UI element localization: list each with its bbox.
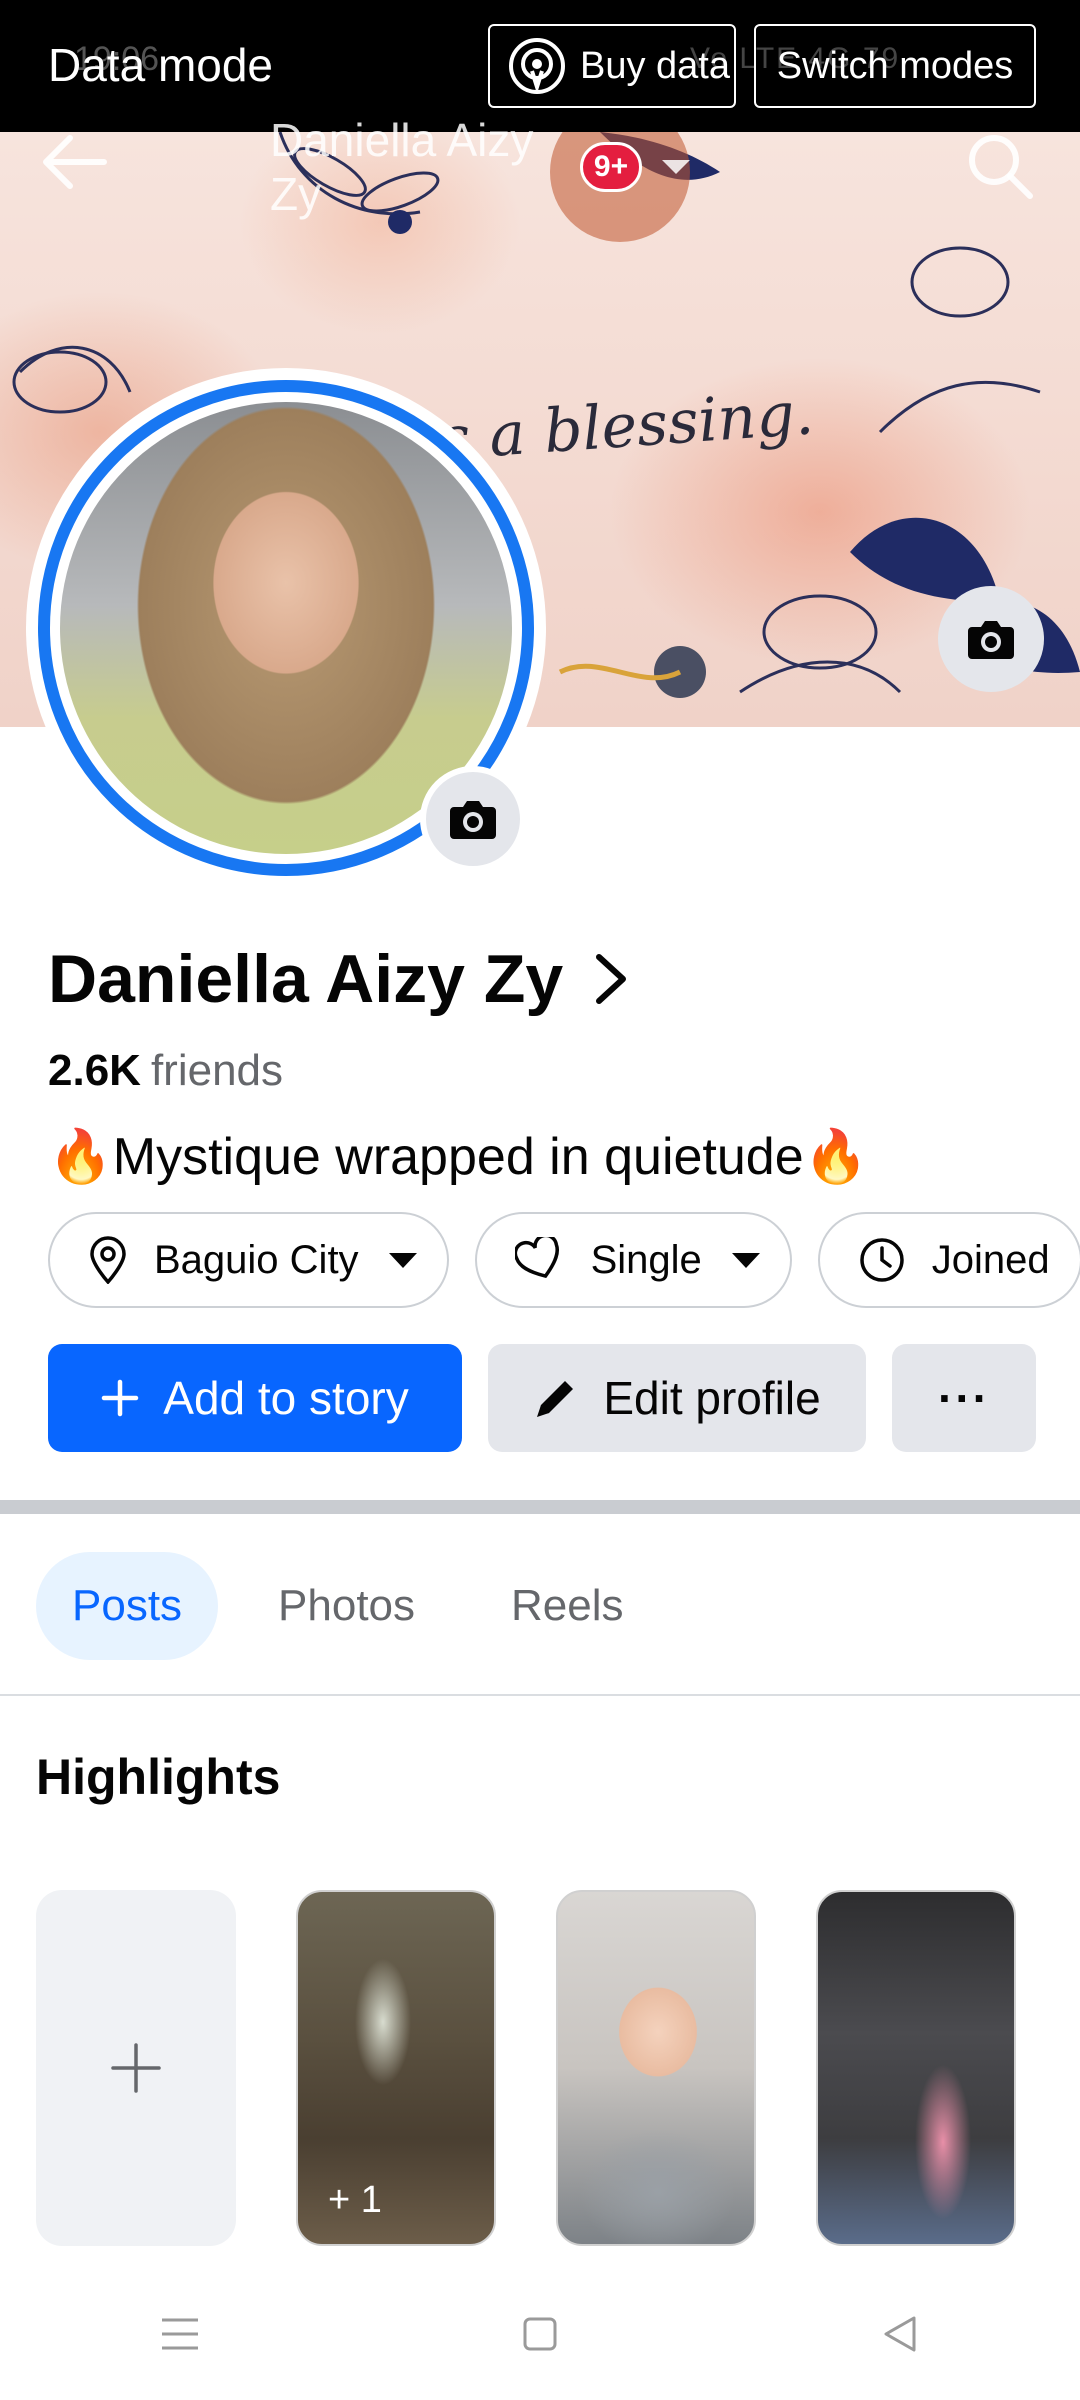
add-highlight-button[interactable] bbox=[36, 1890, 236, 2246]
plus-icon bbox=[102, 1379, 139, 1417]
chevron-down-icon bbox=[662, 160, 690, 174]
edit-profile-label: Edit profile bbox=[603, 1372, 821, 1424]
heart-icon bbox=[514, 1237, 559, 1279]
profile-actions: Add to story Edit profile ··· bbox=[48, 1344, 1036, 1452]
add-to-story-button[interactable]: Add to story bbox=[48, 1344, 462, 1452]
profile-bio: 🔥Mystique wrapped in quietude🔥 bbox=[48, 1128, 869, 1186]
add-to-story-label: Add to story bbox=[163, 1372, 409, 1424]
section-divider bbox=[0, 1500, 1080, 1514]
tab-reels[interactable]: Reels bbox=[475, 1552, 660, 1660]
friends-label: friends bbox=[150, 1046, 284, 1095]
pencil-icon bbox=[537, 1381, 574, 1417]
profile-name-link[interactable]: Daniella Aizy Zy bbox=[48, 940, 629, 1018]
highlight-item[interactable] bbox=[816, 1890, 1016, 2246]
home-square-icon bbox=[523, 2317, 557, 2351]
camera-icon bbox=[968, 621, 1014, 659]
buy-data-label: Buy data bbox=[580, 44, 730, 87]
switch-modes-label: Switch modes bbox=[776, 44, 1014, 87]
edit-profile-picture-button[interactable] bbox=[420, 766, 526, 872]
profile-name: Daniella Aizy Zy bbox=[48, 941, 564, 1017]
back-triangle-icon bbox=[884, 2316, 916, 2352]
relationship-chip[interactable]: Single bbox=[474, 1212, 792, 1308]
location-chip[interactable]: Baguio City bbox=[48, 1212, 449, 1308]
dropdown-arrow-icon bbox=[388, 1252, 417, 1268]
home-button[interactable] bbox=[490, 2294, 590, 2374]
header-title-selector[interactable]: Daniella Aizy Zy 9+ bbox=[270, 114, 690, 220]
camera-icon bbox=[450, 801, 496, 839]
system-navigation-bar bbox=[0, 2284, 1080, 2384]
tabs-divider bbox=[0, 1694, 1080, 1696]
highlight-count: + 1 bbox=[328, 2179, 382, 2221]
data-mode-label: Data mode bbox=[48, 39, 274, 91]
back-arrow-icon[interactable] bbox=[34, 122, 114, 202]
edit-cover-photo-button[interactable] bbox=[938, 586, 1044, 692]
profile-tabs: Posts Photos Reels bbox=[36, 1552, 684, 1660]
relationship-label: Single bbox=[590, 1237, 702, 1282]
recent-apps-button[interactable] bbox=[130, 2294, 230, 2374]
dropdown-arrow-icon bbox=[731, 1252, 760, 1268]
chevron-right-icon bbox=[596, 954, 627, 1004]
plus-icon bbox=[111, 2043, 161, 2093]
joined-chip[interactable]: Joined bbox=[817, 1212, 1080, 1308]
friends-count: 2.6K bbox=[48, 1046, 141, 1095]
edit-profile-button[interactable]: Edit profile bbox=[488, 1344, 866, 1452]
profile-details-chips: Baguio City Single Joined bbox=[48, 1212, 1080, 1308]
broadcast-icon bbox=[509, 38, 565, 94]
header-title: Daniella Aizy Zy bbox=[270, 114, 534, 220]
clock-icon bbox=[860, 1238, 904, 1282]
location-pin-icon bbox=[90, 1236, 126, 1284]
menu-icon bbox=[162, 2318, 198, 2350]
switch-modes-button[interactable]: Switch modes bbox=[754, 24, 1036, 108]
more-options-button[interactable]: ··· bbox=[892, 1344, 1036, 1452]
back-button[interactable] bbox=[850, 2294, 950, 2374]
highlight-item[interactable]: + 1 bbox=[296, 1890, 496, 2246]
tab-posts[interactable]: Posts bbox=[36, 1552, 219, 1660]
more-options-icon: ··· bbox=[938, 1372, 990, 1424]
notification-badge: 9+ bbox=[580, 142, 642, 192]
highlight-item[interactable] bbox=[556, 1890, 756, 2246]
tab-photos[interactable]: Photos bbox=[242, 1552, 451, 1660]
highlights-title: Highlights bbox=[36, 1749, 281, 1805]
buy-data-button[interactable]: Buy data bbox=[488, 24, 736, 108]
highlights-row: + 1 bbox=[36, 1890, 1016, 2246]
location-label: Baguio City bbox=[154, 1237, 359, 1282]
joined-label: Joined bbox=[931, 1237, 1050, 1282]
friends-count-link[interactable]: 2.6K friends bbox=[48, 1046, 283, 1096]
search-icon[interactable] bbox=[960, 126, 1040, 206]
